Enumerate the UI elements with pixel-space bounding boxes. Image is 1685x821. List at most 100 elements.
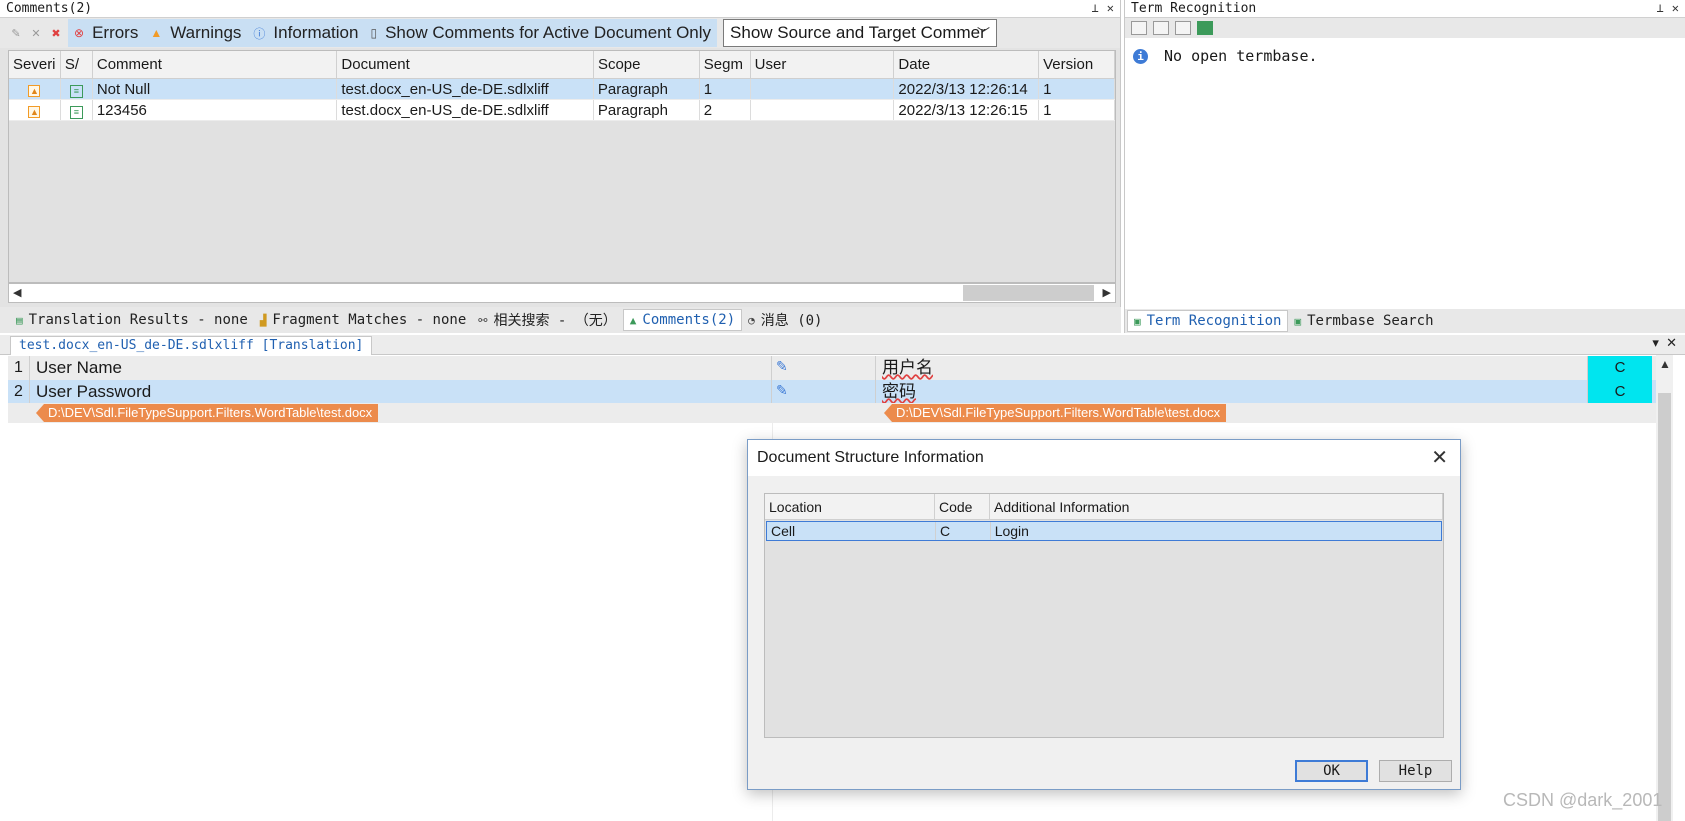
cell-document: test.docx_en-US_de-DE.sdlxliff xyxy=(337,79,594,99)
cell-date: 2022/3/13 12:26:14 xyxy=(894,79,1040,99)
close-icon[interactable]: ✕ xyxy=(1107,1,1114,15)
col-user[interactable]: User xyxy=(751,51,895,78)
filter-information-button[interactable]: ⓘ Information xyxy=(247,19,365,47)
segment-source[interactable]: User Name xyxy=(30,356,772,380)
help-button[interactable]: Help xyxy=(1379,760,1452,782)
information-label: Information xyxy=(273,23,359,42)
tab-comments[interactable]: ▲ Comments(2) xyxy=(622,309,743,331)
results-tabstrip: ▤ Translation Results - none ▟ Fragment … xyxy=(0,307,1121,333)
pin-icon[interactable]: ⊥ xyxy=(1092,1,1099,15)
col-version[interactable]: Version xyxy=(1039,51,1115,78)
grid-header: Severi S/ Comment Document Scope Segm Us… xyxy=(9,51,1115,79)
source-structure-tag[interactable]: D:\DEV\Sdl.FileTypeSupport.Filters.WordT… xyxy=(36,404,379,422)
tab-termbase-search[interactable]: ▣ Termbase Search xyxy=(1288,310,1439,332)
col-status[interactable]: S/ xyxy=(61,51,93,78)
table-row[interactable]: ▲ ≡ Not Null test.docx_en-US_de-DE.sdlxl… xyxy=(9,79,1115,100)
term-message: i No open termbase. xyxy=(1133,47,1318,65)
scroll-thumb[interactable] xyxy=(1658,393,1671,821)
tab-translation-results[interactable]: ▤ Translation Results - none xyxy=(10,309,254,331)
segment-number: 1 xyxy=(8,356,30,380)
horizontal-scrollbar[interactable]: ◀ ▶ xyxy=(8,283,1116,303)
active-document-only-button[interactable]: ▯ Show Comments for Active Document Only xyxy=(364,19,718,47)
term-recognition-panel: Term Recognition ⊥ ✕ i No open termbase. … xyxy=(1124,0,1685,333)
col-document[interactable]: Document xyxy=(337,51,594,78)
col-scope[interactable]: Scope xyxy=(594,51,700,78)
col-comment[interactable]: Comment xyxy=(93,51,338,78)
cell-segment: 2 xyxy=(700,100,751,120)
dialog-titlebar: Document Structure Information ✕ xyxy=(748,440,1460,476)
segment-target[interactable]: 密码 xyxy=(876,380,1588,404)
cell-user xyxy=(751,100,895,120)
fragment-matches-icon: ▟ xyxy=(259,313,267,327)
table-row[interactable]: ▲ ≡ 123456 test.docx_en-US_de-DE.sdlxlif… xyxy=(9,100,1115,121)
cell-document: test.docx_en-US_de-DE.sdlxliff xyxy=(337,100,594,120)
table-row[interactable]: Cell C Login xyxy=(766,521,1442,541)
tab-messages[interactable]: ◔ 消息 (0) xyxy=(742,309,828,331)
termbase-edit-icon[interactable] xyxy=(1175,21,1191,35)
close-icon[interactable]: ✕ xyxy=(1666,335,1677,350)
translation-results-icon: ▤ xyxy=(16,313,23,327)
segment-row[interactable]: 1 User Name ✎ 用户名 C xyxy=(8,356,1656,380)
termbase-settings-icon[interactable] xyxy=(1197,21,1213,35)
document-structure-dialog: Document Structure Information ✕ Locatio… xyxy=(747,439,1461,790)
term-tabstrip: ▣ Term Recognition ▣ Termbase Search xyxy=(1125,309,1685,333)
col-additional-info[interactable]: Additional Information xyxy=(990,494,1443,519)
cell-version: 1 xyxy=(1039,100,1115,120)
vertical-scrollbar[interactable]: ▲ xyxy=(1656,355,1673,821)
tab-related-search[interactable]: ⚯ 相关搜索 - （无） xyxy=(472,309,623,331)
errors-label: Errors xyxy=(92,23,139,42)
col-location[interactable]: Location xyxy=(765,494,935,519)
cell-comment: Not Null xyxy=(93,79,338,99)
scroll-thumb[interactable] xyxy=(963,285,1094,301)
tab-term-recognition[interactable]: ▣ Term Recognition xyxy=(1127,310,1289,332)
cell-location: Cell xyxy=(767,522,936,540)
termbase-add-icon[interactable] xyxy=(1153,21,1169,35)
segment-code: C xyxy=(1588,356,1652,380)
watermark: CSDN @dark_2001 xyxy=(1503,790,1663,810)
scroll-up-icon[interactable]: ▲ xyxy=(1659,357,1671,371)
tab-label: Termbase Search xyxy=(1307,313,1434,329)
cell-scope: Paragraph xyxy=(594,79,700,99)
close-icon[interactable]: ✕ xyxy=(1672,1,1679,15)
termbase-search-icon: ▣ xyxy=(1294,314,1302,328)
comments-panel-title: Comments(2) ⊥ ✕ xyxy=(0,0,1120,18)
ok-button[interactable]: OK xyxy=(1295,760,1368,782)
close-icon[interactable]: ✕ xyxy=(1431,440,1448,476)
document-tabbar: test.docx_en-US_de-DE.sdlxliff [Translat… xyxy=(0,335,1685,355)
termbase-view-icon[interactable] xyxy=(1131,21,1147,35)
scroll-right-icon[interactable]: ▶ xyxy=(1103,286,1111,299)
col-code[interactable]: Code xyxy=(935,494,990,519)
segment-target[interactable]: 用户名 xyxy=(876,356,1588,380)
warnings-label: Warnings xyxy=(170,23,242,42)
segment-source[interactable]: User Password xyxy=(30,380,772,404)
target-structure-tag[interactable]: D:\DEV\Sdl.FileTypeSupport.Filters.WordT… xyxy=(884,404,1227,422)
scroll-left-icon[interactable]: ◀ xyxy=(13,286,21,299)
pin-icon[interactable]: ⊥ xyxy=(1657,1,1664,15)
tab-label: Translation Results - none xyxy=(28,312,248,328)
dialog-title: Document Structure Information xyxy=(757,449,984,466)
target-text: 用户名 xyxy=(882,358,933,377)
tab-fragment-matches[interactable]: ▟ Fragment Matches - none xyxy=(254,309,473,331)
cell-user xyxy=(751,79,895,99)
term-recognition-icon: ▣ xyxy=(1134,314,1141,328)
binoculars-icon: ⚯ xyxy=(478,313,488,327)
chevron-down-icon[interactable]: ▾ xyxy=(1652,335,1659,350)
col-severity[interactable]: Severi xyxy=(9,51,61,78)
col-segment[interactable]: Segm xyxy=(700,51,751,78)
document-tab[interactable]: test.docx_en-US_de-DE.sdlxliff [Translat… xyxy=(10,336,373,355)
structure-tag-row: D:\DEV\Sdl.FileTypeSupport.Filters.WordT… xyxy=(8,403,1656,423)
edit-icon[interactable]: ✎ xyxy=(8,25,24,41)
info-icon: ⓘ xyxy=(253,26,266,41)
term-title: Term Recognition xyxy=(1131,1,1257,16)
delete-all-icon[interactable]: ✖ xyxy=(48,25,64,41)
filter-warnings-button[interactable]: ▲ Warnings xyxy=(144,19,248,47)
comment-scope-select[interactable]: Show Source and Target Commer ﹀ xyxy=(723,19,998,47)
segment-row[interactable]: 2 User Password ✎ 密码 C xyxy=(8,380,1656,404)
warning-icon: ▲ xyxy=(28,106,41,118)
comments-title: Comments(2) xyxy=(6,1,93,16)
pencil-icon: ✎ xyxy=(776,382,788,398)
segment-code: C xyxy=(1588,380,1652,404)
filter-errors-button[interactable]: ⊗ Errors xyxy=(68,19,145,47)
col-date[interactable]: Date xyxy=(894,51,1040,78)
delete-icon[interactable]: ✕ xyxy=(28,25,44,41)
